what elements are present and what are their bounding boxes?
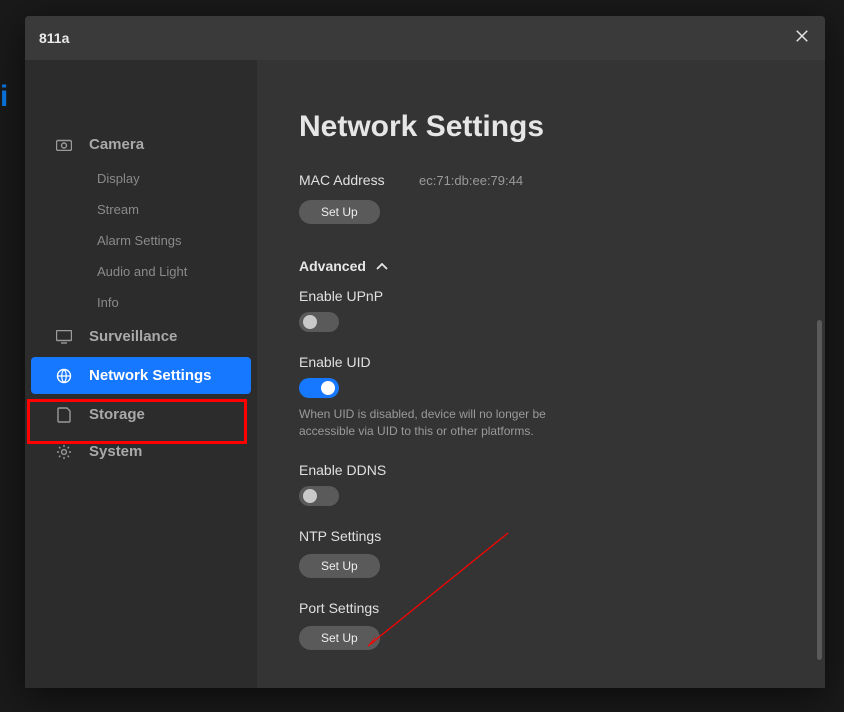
sidebar-item-surveillance[interactable]: Surveillance bbox=[25, 318, 257, 355]
camera-icon bbox=[55, 139, 73, 151]
advanced-label: Advanced bbox=[299, 258, 366, 274]
sidebar-item-label: Surveillance bbox=[89, 328, 177, 345]
titlebar: 811a bbox=[25, 16, 825, 60]
sidebar: Camera Display Stream Alarm Settings Aud… bbox=[25, 60, 257, 688]
sidebar-item-camera[interactable]: Camera bbox=[25, 126, 257, 163]
uid-hint: When UID is disabled, device will no lon… bbox=[299, 406, 559, 440]
ntp-label: NTP Settings bbox=[299, 528, 783, 544]
content-scrollbar[interactable] bbox=[817, 320, 822, 660]
ddns-label: Enable DDNS bbox=[299, 462, 783, 478]
upnp-toggle[interactable] bbox=[299, 312, 339, 332]
sidebar-item-label: Storage bbox=[89, 406, 145, 423]
upnp-label: Enable UPnP bbox=[299, 288, 783, 304]
sidebar-item-alarm-settings[interactable]: Alarm Settings bbox=[25, 225, 257, 256]
uid-toggle[interactable] bbox=[299, 378, 339, 398]
monitor-icon bbox=[55, 330, 73, 344]
sidebar-item-storage[interactable]: Storage bbox=[25, 396, 257, 433]
sidebar-item-label: System bbox=[89, 443, 142, 460]
sidebar-item-info[interactable]: Info bbox=[25, 287, 257, 318]
sidebar-item-audio-and-light[interactable]: Audio and Light bbox=[25, 256, 257, 287]
sidebar-item-label: Network Settings bbox=[89, 367, 212, 384]
gear-icon bbox=[55, 444, 73, 460]
close-icon[interactable] bbox=[793, 27, 811, 50]
sidebar-item-network-settings[interactable]: Network Settings bbox=[31, 357, 251, 394]
sidebar-item-system[interactable]: System bbox=[25, 433, 257, 470]
globe-icon bbox=[55, 368, 73, 384]
port-label: Port Settings bbox=[299, 600, 783, 616]
ntp-setup-button[interactable]: Set Up bbox=[299, 554, 380, 578]
sidebar-item-display[interactable]: Display bbox=[25, 163, 257, 194]
page-title: Network Settings bbox=[299, 110, 783, 144]
mac-setup-button[interactable]: Set Up bbox=[299, 200, 380, 224]
sidebar-item-stream[interactable]: Stream bbox=[25, 194, 257, 225]
sd-card-icon bbox=[55, 407, 73, 423]
advanced-section-toggle[interactable]: Advanced bbox=[299, 258, 783, 274]
mac-address-value: ec:71:db:ee:79:44 bbox=[419, 173, 523, 188]
uid-label: Enable UID bbox=[299, 354, 783, 370]
chevron-up-icon bbox=[376, 258, 388, 274]
port-setup-button[interactable]: Set Up bbox=[299, 626, 380, 650]
ddns-toggle[interactable] bbox=[299, 486, 339, 506]
sidebar-item-label: Camera bbox=[89, 136, 144, 153]
window-title: 811a bbox=[39, 30, 793, 46]
settings-modal: 811a Camera Display Stream Alarm Setting… bbox=[25, 16, 825, 688]
mac-address-label: MAC Address bbox=[299, 172, 419, 188]
bg-brand-fragment: i bbox=[0, 80, 8, 114]
content-panel: Network Settings MAC Address ec:71:db:ee… bbox=[257, 60, 825, 688]
